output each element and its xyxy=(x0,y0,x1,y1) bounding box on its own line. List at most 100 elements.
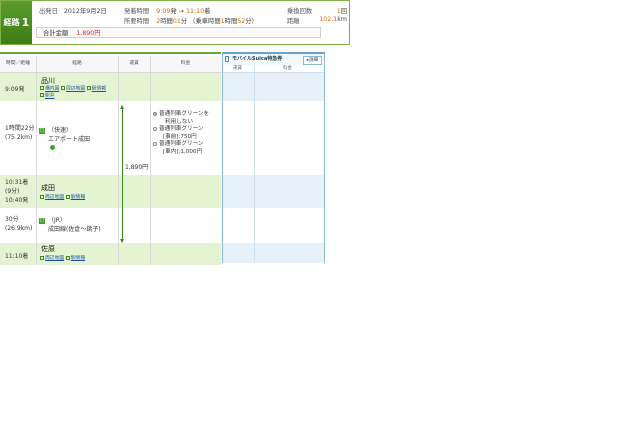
header-surcharge: 料金 xyxy=(180,61,191,66)
station-links: 周辺地図 駅情報 xyxy=(40,193,85,200)
surcharge-option[interactable]: 普通列車グリーン [事前]:750円 xyxy=(153,126,219,141)
fare-range-arrow xyxy=(120,105,124,243)
arrive-suffix: 着 xyxy=(204,8,211,15)
link-ekiben[interactable]: 駅弁 xyxy=(45,94,55,99)
transfers-label: 乗換回数 xyxy=(287,8,313,15)
train-icon: □ xyxy=(39,217,45,224)
total-label: 合計金額 xyxy=(43,30,69,37)
station-name: 成田 xyxy=(41,184,55,192)
depart-suffix: 発 xyxy=(170,8,177,15)
onboard-m-unit: 分） xyxy=(245,18,258,25)
option-label: 普通列車グリーンを xyxy=(159,111,210,117)
segment-train: □ （JR） 成田線(佐倉～銚子) xyxy=(39,216,101,234)
column-divider xyxy=(150,56,151,265)
train-icon: □ xyxy=(39,127,45,134)
station-departure-time: 10:40発 xyxy=(5,197,29,204)
link-icon xyxy=(65,194,70,199)
fare-value: 1,890円 xyxy=(125,164,149,171)
route-dot-icon xyxy=(50,145,55,150)
total-value: 1,890円 xyxy=(76,30,101,37)
transfers-row: 乗換回数 1回 xyxy=(287,6,347,15)
option-label: 普通列車グリーン xyxy=(159,141,204,147)
train-type: （快速） xyxy=(48,127,73,134)
column-divider xyxy=(118,56,119,265)
station-time-block: 10:31着 (9分) 10:40発 xyxy=(5,178,28,205)
segment-duration-distance: 1時間22分 (75.2km) xyxy=(5,124,35,142)
link-station-info[interactable]: 駅情報 xyxy=(71,195,85,200)
station-row-narita xyxy=(0,175,221,208)
option-sub: [事前]:750円 xyxy=(163,133,197,140)
link-icon xyxy=(65,255,70,260)
suica-sub-surcharge: 料金 xyxy=(283,66,292,71)
train-name: 成田線(佐倉～銚子) xyxy=(48,226,101,233)
segment-distance: (26.9km) xyxy=(5,225,33,232)
link-icon xyxy=(40,86,44,90)
distance-value: 102.1 xyxy=(319,16,338,23)
suica-title-bar: モバイルSuica特急券 ▸詳細 xyxy=(223,54,324,65)
link-area-map[interactable]: 周辺地図 xyxy=(45,256,64,261)
departure-date: 2012年9月2日 xyxy=(63,8,107,15)
departure-date-label: 出発日 xyxy=(39,8,58,15)
segment-train: □ （快速） エアポート成田 xyxy=(39,126,90,153)
mobile-phone-icon xyxy=(225,56,229,62)
station-name: 佐原 xyxy=(41,245,55,253)
segment-duration-distance: 30分 (26.9km) xyxy=(5,215,32,233)
duration-row: 所要時間 2時間01分 （乗車時間1時間52分） xyxy=(124,16,258,25)
route-tab[interactable]: 経路 1 xyxy=(1,1,32,44)
route-label: 経路 xyxy=(3,18,20,27)
option-label: 普通列車グリーン xyxy=(159,126,204,132)
column-divider xyxy=(36,56,37,265)
train-type: （JR） xyxy=(48,217,66,224)
distance-row: 距離 102.1km xyxy=(287,16,347,25)
suica-row xyxy=(223,175,324,208)
segment-duration: 30分 xyxy=(5,216,19,223)
distance-unit: km xyxy=(337,16,347,23)
table-header: 時間／距離 経路 運賃 料金 xyxy=(0,56,221,73)
link-area-map[interactable]: 周辺地図 xyxy=(66,87,85,92)
suica-detail-button[interactable]: ▸詳細 xyxy=(302,56,322,65)
surcharge-options: 普通列車グリーンを 利用しない 普通列車グリーン [事前]:750円 普通列車グリー… xyxy=(153,111,219,156)
segment-distance: (75.2km) xyxy=(5,134,33,141)
link-station-info[interactable]: 駅情報 xyxy=(71,256,85,261)
duration-minutes: 01 xyxy=(172,18,181,25)
departure-date-row: 出発日 2012年9月2日 xyxy=(39,6,107,15)
depart-time: 9:09 xyxy=(156,8,171,15)
link-station-info[interactable]: 駅情報 xyxy=(92,87,106,92)
station-time: 11:10着 xyxy=(5,253,29,260)
link-station-map[interactable]: 構内図 xyxy=(45,87,59,92)
suica-subheader: 運賃 料金 xyxy=(223,65,324,73)
link-icon xyxy=(86,86,91,90)
link-area-map[interactable]: 周辺地図 xyxy=(45,195,64,200)
link-icon xyxy=(40,255,44,260)
radio-icon[interactable] xyxy=(153,111,157,116)
transfers-unit: 回 xyxy=(340,8,347,15)
route-number: 1 xyxy=(21,16,30,29)
link-icon xyxy=(40,194,44,199)
segment-duration: 1時間22分 xyxy=(5,125,35,132)
header-time-distance: 時間／距離 xyxy=(6,61,30,66)
route-detail-table: 時間／距離 経路 運賃 料金 9:09発 品川 構内図 周辺地図 駅情報 駅弁 … xyxy=(0,52,221,265)
station-links: 周辺地図 駅情報 xyxy=(40,254,85,261)
radio-icon[interactable] xyxy=(153,126,157,131)
surcharge-option[interactable]: 普通列車グリーン [車内]:1,000円 xyxy=(153,141,219,156)
duration-m-unit: 分 xyxy=(180,18,188,25)
station-time: 9:09発 xyxy=(5,86,25,93)
option-sub: [車内]:1,000円 xyxy=(163,148,203,155)
times-label: 発着時間 xyxy=(124,8,150,15)
arrow: → xyxy=(178,8,184,15)
link-icon xyxy=(40,93,44,97)
arrive-time: 11:10 xyxy=(185,8,205,15)
surcharge-option[interactable]: 普通列車グリーンを 利用しない xyxy=(153,111,219,126)
train-name: エアポート成田 xyxy=(48,136,91,143)
station-wait: (9分) xyxy=(5,188,20,195)
duration-label: 所要時間 xyxy=(124,18,150,25)
mobile-suica-panel: モバイルSuica特急券 ▸詳細 運賃 料金 xyxy=(222,52,325,263)
station-links: 構内図 周辺地図 駅情報 駅弁 xyxy=(40,86,118,100)
radio-icon[interactable] xyxy=(153,141,157,146)
suica-sub-fare: 運賃 xyxy=(233,66,242,71)
option-sub: 利用しない xyxy=(165,118,193,125)
station-row-sawara xyxy=(0,243,221,265)
total-fare-box: 合計金額 1,890円 xyxy=(36,27,321,38)
station-arrival-time: 10:31着 xyxy=(5,179,29,186)
suica-row xyxy=(223,73,324,101)
